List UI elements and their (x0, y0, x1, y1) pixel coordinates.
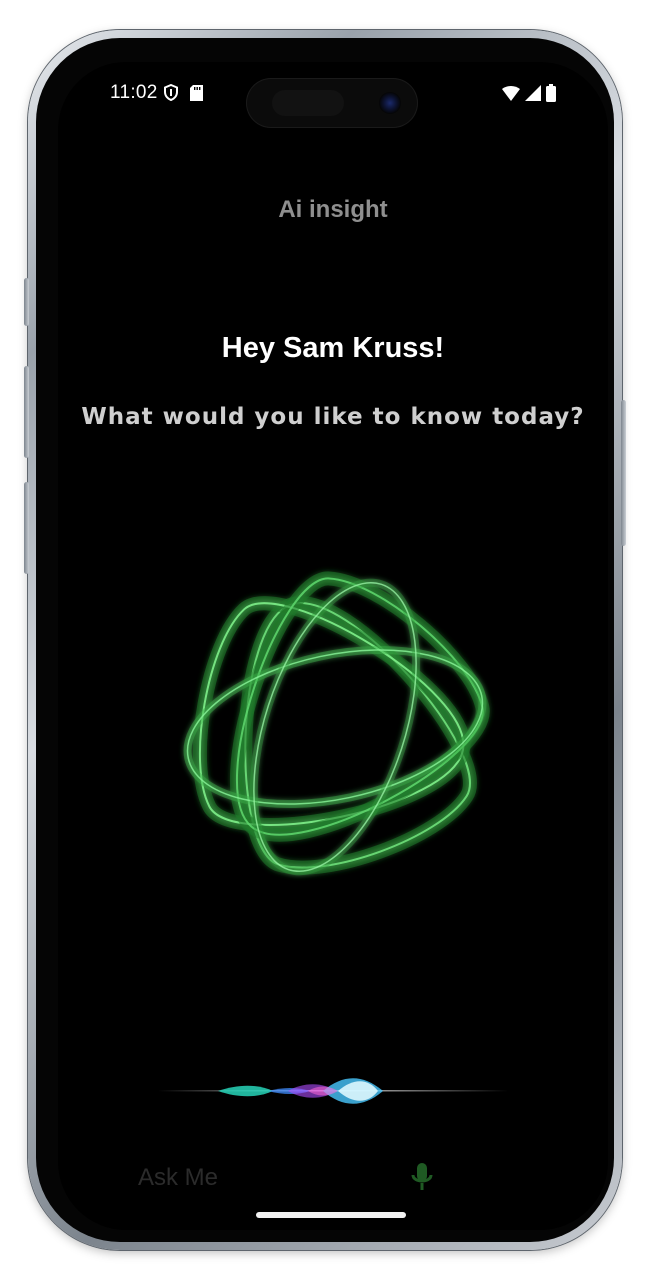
ai-orb-icon (170, 562, 500, 892)
battery-icon (546, 84, 556, 106)
prompt-text: What would you like to know today? (81, 404, 585, 430)
dynamic-island (246, 78, 418, 128)
microphone-button[interactable] (402, 1158, 442, 1202)
bezel: 11:02 Ai insight Hey Sam Kruss! What wou… (36, 38, 614, 1242)
power-button (621, 400, 626, 546)
action-button (24, 278, 29, 326)
page-title: Ai insight (278, 196, 388, 223)
status-time: 11:02 (110, 82, 158, 103)
ask-input[interactable] (138, 1160, 358, 1196)
front-camera-icon (379, 92, 401, 114)
shield-icon (164, 83, 178, 105)
ask-input-row (138, 1154, 458, 1214)
status-bar: 11:02 (58, 62, 608, 128)
status-left-icons (164, 83, 203, 105)
volume-up-button (24, 366, 29, 458)
sd-card-icon (190, 84, 203, 105)
home-indicator[interactable] (256, 1212, 406, 1218)
phone-frame: 11:02 Ai insight Hey Sam Kruss! What wou… (24, 30, 626, 1250)
voice-waveform-icon (158, 1068, 508, 1114)
volume-down-button (24, 482, 29, 574)
wifi-icon (502, 85, 520, 105)
screen: 11:02 Ai insight Hey Sam Kruss! What wou… (58, 62, 608, 1230)
status-right-icons (502, 84, 556, 106)
microphone-icon (410, 1161, 434, 1199)
signal-icon (525, 85, 541, 105)
greeting-text: Hey Sam Kruss! (221, 332, 445, 364)
island-sensor (272, 90, 344, 116)
